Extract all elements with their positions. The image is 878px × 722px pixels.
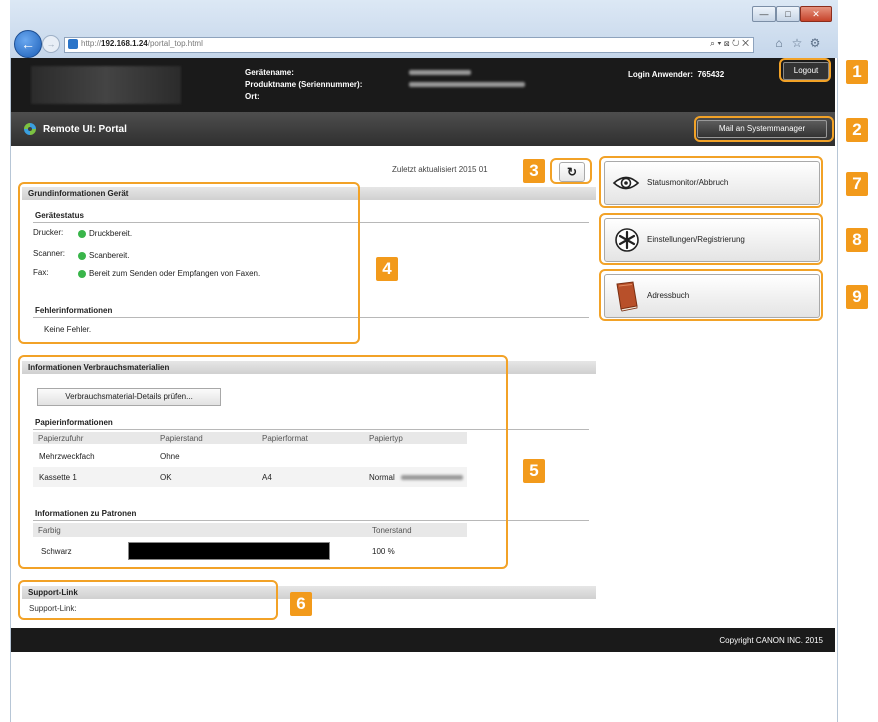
callout-7: 7	[846, 172, 868, 196]
device-name-value	[409, 70, 471, 75]
callout-9: 9	[846, 285, 868, 309]
callout-4: 4	[376, 257, 398, 281]
callout-5: 5	[523, 459, 545, 483]
maximize-button[interactable]: □	[776, 6, 800, 22]
brand-logo	[31, 66, 181, 104]
back-button[interactable]: ←	[14, 30, 42, 58]
page-icon	[68, 39, 78, 49]
settings-gear-icon[interactable]: ⚙	[808, 36, 822, 50]
callout-6: 6	[290, 592, 312, 616]
product-name-value	[409, 82, 525, 87]
status-monitor-highlight	[599, 156, 823, 208]
address-book-highlight	[599, 269, 823, 321]
callout-8: 8	[846, 228, 868, 252]
footer: Copyright CANON INC. 2015	[11, 628, 835, 652]
product-name-label: Produktname (Seriennummer):	[245, 80, 363, 89]
logout-highlight	[779, 58, 831, 82]
consumables-highlight	[18, 355, 508, 569]
device-name-label: Gerätename:	[245, 68, 294, 77]
last-updated: Zuletzt aktualisiert 2015 01	[392, 165, 488, 174]
address-bar[interactable]: http://192.168.1.24/portal_top.html ⌕ ▾ …	[64, 37, 754, 53]
mail-admin-highlight	[694, 116, 834, 142]
callout-3: 3	[523, 159, 545, 183]
favorites-star-icon[interactable]: ☆	[790, 36, 804, 50]
settings-highlight	[599, 213, 823, 265]
forward-button[interactable]: →	[42, 35, 60, 53]
url-host: 192.168.1.24	[101, 39, 148, 48]
url-path: /portal_top.html	[147, 39, 203, 48]
location-label: Ort:	[245, 92, 260, 101]
login-user-label: Login Anwender:	[628, 70, 694, 79]
login-user-value: 765432	[697, 70, 725, 79]
support-highlight	[18, 580, 278, 620]
copyright-text: Copyright CANON INC. 2015	[719, 636, 823, 645]
address-tools[interactable]: ⌕ ▾ ⊠ ↻ ✕	[710, 38, 749, 49]
portal-title: Remote UI: Portal	[43, 124, 127, 135]
home-icon[interactable]: ⌂	[772, 36, 786, 50]
callout-2: 2	[846, 118, 868, 142]
device-header: Gerätename: Produktname (Seriennummer): …	[11, 58, 835, 112]
url-prefix: http://	[81, 39, 102, 48]
minimize-button[interactable]: —	[752, 6, 776, 22]
refresh-icon[interactable]: ↻	[559, 162, 585, 182]
close-window-button[interactable]: ✕	[800, 6, 832, 22]
portal-logo-icon	[24, 123, 36, 135]
callout-1: 1	[846, 60, 868, 84]
basic-info-highlight	[18, 182, 360, 344]
